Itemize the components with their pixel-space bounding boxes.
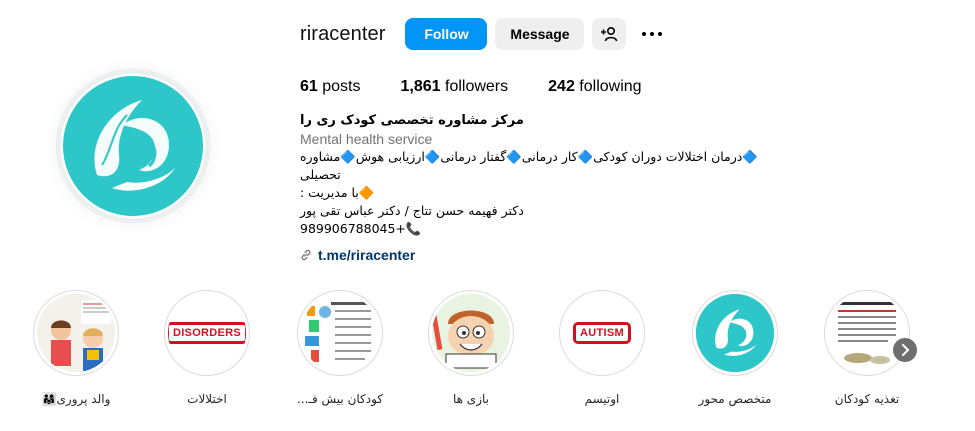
brand-logo-icon [57, 70, 209, 222]
profile-actions-row: riracenter Follow Message [300, 18, 950, 50]
follow-button[interactable]: Follow [405, 18, 488, 50]
kids-photo-icon [37, 294, 115, 372]
profile-stats: 61 posts 1,861 followers 242 following [300, 76, 950, 98]
phone-icon: 📞 [405, 221, 422, 236]
document-icon [828, 294, 906, 372]
highlight-label: اوتیسم [584, 392, 620, 406]
highlight-label: تغذیه کودکان [834, 392, 900, 406]
highlight-label: کودکان بیش فـ... [296, 392, 384, 406]
profile-header: riracenter Follow Message 61 posts 1,861… [300, 18, 950, 264]
highlight-games[interactable]: بازی ها [421, 290, 521, 406]
followers-stat[interactable]: 1,861 followers [401, 78, 509, 96]
cartoon-child-icon [432, 294, 510, 372]
profile-category: Mental health service [300, 131, 433, 147]
external-link[interactable]: t.me/riracenter [300, 246, 770, 264]
following-label: following [579, 78, 642, 95]
bio-line-management: 🔶با مدیریت : [300, 185, 375, 200]
highlight-cover [432, 294, 510, 372]
highlight-label: والد پروری👨‍👩‍👧 [41, 392, 111, 406]
posts-label: posts [322, 78, 361, 95]
highlight-label: اختلالات [187, 392, 227, 406]
story-highlights: والد پروری👨‍👩‍👧 DISORDERS اختلالات [0, 290, 975, 420]
bio-line-services: 🔷درمان اختلالات دوران کودکی🔷کار درمانی🔷گ… [300, 149, 758, 182]
highlight-disorders[interactable]: DISORDERS اختلالات [157, 290, 257, 406]
highlight-label: متخصص محور [698, 392, 772, 406]
highlight-cover [828, 294, 906, 372]
highlight-specialist[interactable]: متخصص محور [685, 290, 785, 406]
disorders-badge: DISORDERS [168, 322, 246, 344]
external-link-text: t.me/riracenter [318, 247, 416, 263]
highlight-cover: AUTISM [563, 294, 641, 372]
bio-line-phone: 📞989906788045+ [300, 220, 770, 238]
more-options-icon[interactable] [638, 18, 666, 50]
add-user-icon [601, 26, 618, 42]
add-user-button[interactable] [592, 18, 627, 50]
chevron-right-icon [902, 344, 910, 356]
highlight-autism[interactable]: AUTISM اوتیسم [552, 290, 652, 406]
username: riracenter [300, 22, 386, 45]
hyperactive-children-icon [301, 294, 379, 372]
highlight-cover [696, 294, 774, 372]
following-count: 242 [548, 78, 575, 95]
following-stat[interactable]: 242 following [548, 78, 641, 96]
profile-avatar[interactable] [57, 70, 209, 222]
highlights-next-button[interactable] [893, 338, 917, 362]
highlight-label: بازی ها [453, 392, 489, 406]
highlight-cover [301, 294, 379, 372]
highlight-cover: DISORDERS [168, 294, 246, 372]
highlight-parenting[interactable]: والد پروری👨‍👩‍👧 [26, 290, 126, 406]
brand-logo-icon [696, 294, 774, 372]
phone-number: 989906788045+ [300, 221, 406, 236]
profile-display-name: مرکز مشاوره تخصصی کودک ری را [300, 113, 524, 128]
highlight-cover [37, 294, 115, 372]
bio-line-doctors: دکتر فهیمه حسن تتاج / دکتر عباس تقی پور [300, 203, 524, 218]
autism-badge: AUTISM [573, 322, 631, 344]
profile-bio: مرکز مشاوره تخصصی کودک ری را Mental heal… [300, 112, 770, 264]
link-icon [301, 249, 311, 261]
followers-label: followers [445, 78, 509, 95]
message-button[interactable]: Message [495, 18, 585, 50]
followers-count: 1,861 [400, 78, 441, 95]
highlight-hyperactive[interactable]: کودکان بیش فـ... [290, 290, 390, 406]
posts-count: 61 [300, 78, 318, 95]
posts-stat[interactable]: 61 posts [300, 78, 361, 96]
